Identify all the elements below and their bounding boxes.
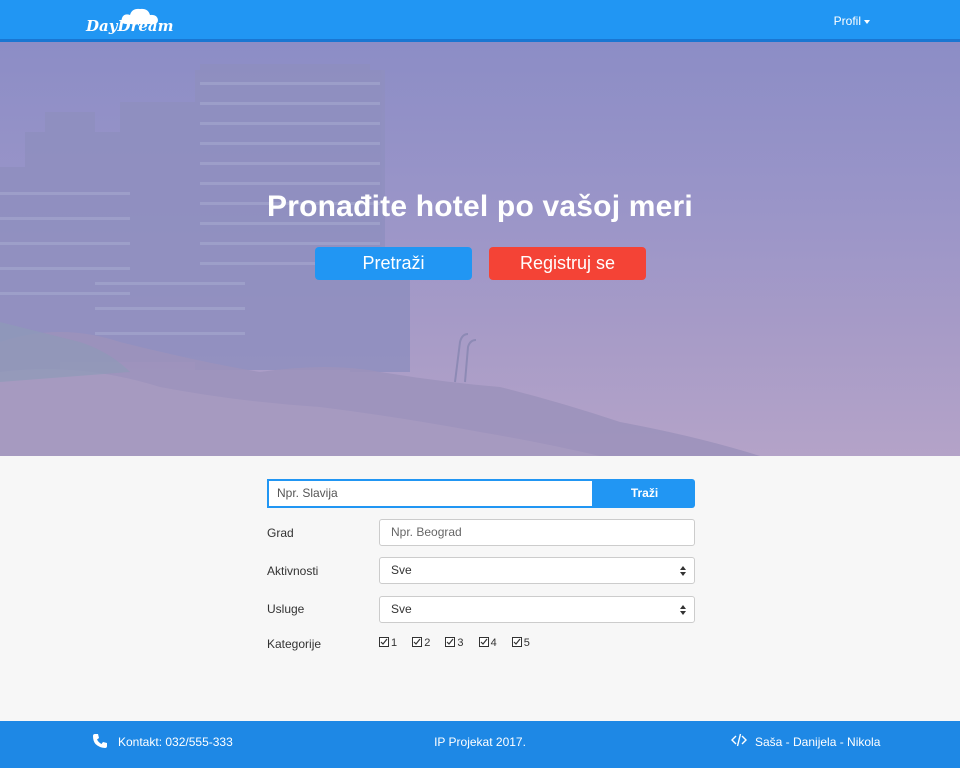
hero-title: Pronađite hotel po vašoj meri bbox=[267, 190, 693, 223]
category-checkbox-5[interactable]: 5 bbox=[511, 637, 530, 649]
checkbox-checked-icon bbox=[412, 637, 423, 647]
register-button[interactable]: Registruj se bbox=[489, 247, 646, 280]
city-label: Grad bbox=[267, 526, 294, 540]
category-checkbox-1[interactable]: 1 bbox=[379, 637, 397, 649]
select-arrows-icon bbox=[680, 605, 686, 615]
category-checkbox-4[interactable]: 4 bbox=[478, 637, 497, 649]
footer: Kontakt: 032/555-333 IP Projekat 2017. S… bbox=[0, 721, 960, 768]
city-coast-background bbox=[0, 64, 760, 456]
checkbox-checked-icon bbox=[445, 637, 456, 647]
activities-label: Aktivnosti bbox=[267, 564, 319, 578]
category-label: 2 bbox=[424, 637, 431, 649]
activities-selected: Sve bbox=[391, 563, 412, 577]
logo[interactable]: DayDream bbox=[86, 6, 174, 36]
logo-text: DayDream bbox=[86, 17, 174, 35]
select-arrows-icon bbox=[680, 566, 686, 576]
services-label: Usluge bbox=[267, 602, 305, 616]
category-label: 5 bbox=[523, 637, 530, 649]
category-label: 4 bbox=[490, 637, 497, 649]
category-label: 3 bbox=[457, 637, 464, 649]
categories-label: Kategorije bbox=[267, 637, 322, 651]
category-checkbox-2[interactable]: 2 bbox=[412, 637, 430, 649]
code-icon bbox=[731, 733, 747, 747]
search-button[interactable]: Pretraži bbox=[315, 247, 472, 280]
services-selected: Sve bbox=[391, 602, 412, 616]
caret-down-icon bbox=[864, 19, 870, 24]
activities-select[interactable]: Sve bbox=[379, 557, 695, 584]
profile-label: Profil bbox=[833, 14, 861, 28]
hotel-search-input[interactable]: Npr. Slavija bbox=[267, 479, 594, 508]
services-select[interactable]: Sve bbox=[379, 596, 695, 623]
footer-authors: Saša - Danijela - Nikola bbox=[731, 733, 880, 750]
checkbox-checked-icon bbox=[478, 637, 489, 647]
category-checkbox-3[interactable]: 3 bbox=[445, 637, 464, 649]
find-button[interactable]: Traži bbox=[594, 479, 695, 508]
checkbox-checked-icon bbox=[511, 637, 522, 647]
search-row: Npr. Slavija Traži bbox=[267, 479, 695, 508]
navbar: DayDream Profil bbox=[0, 0, 960, 42]
city-input[interactable]: Npr. Beograd bbox=[379, 519, 695, 546]
hero-banner: Pronađite hotel po vašoj meri Pretraži R… bbox=[0, 42, 960, 456]
category-label: 1 bbox=[391, 637, 398, 649]
authors-text: Saša - Danijela - Nikola bbox=[755, 735, 881, 749]
profile-menu[interactable]: Profil bbox=[834, 14, 870, 28]
categories-checkboxes: 1 2 3 4 5 bbox=[379, 637, 542, 649]
checkbox-checked-icon bbox=[379, 637, 389, 647]
